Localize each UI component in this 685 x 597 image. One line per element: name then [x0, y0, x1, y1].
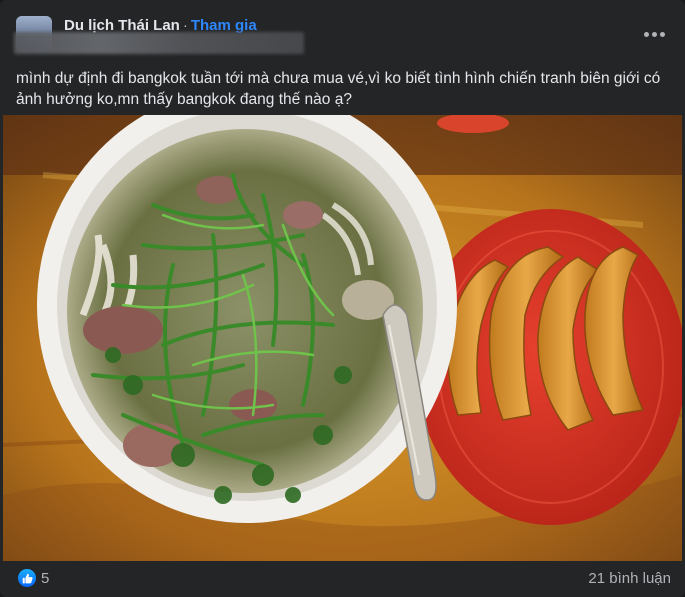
- post-footer: 5 21 bình luận: [0, 561, 685, 597]
- thumbs-up-icon: [22, 573, 33, 583]
- pho-photo-illustration: [3, 115, 682, 561]
- like-reaction-icon[interactable]: [18, 569, 36, 587]
- blurred-post-meta: [14, 32, 304, 54]
- post-text: mình dự định đi bangkok tuần tới mà chưa…: [16, 70, 661, 108]
- post-card: Du lịch Thái Lan · Tham gia mình dự định đ…: [0, 0, 685, 597]
- post-header: Du lịch Thái Lan · Tham gia: [0, 0, 685, 62]
- comments-count-link[interactable]: 21 bình luận: [588, 570, 671, 587]
- like-count[interactable]: 5: [41, 570, 49, 587]
- more-dot-icon: [643, 31, 649, 37]
- more-dot-icon: [651, 31, 657, 37]
- more-dot-icon: [659, 31, 665, 37]
- post-photo[interactable]: [3, 115, 682, 561]
- more-options-button[interactable]: [636, 20, 672, 48]
